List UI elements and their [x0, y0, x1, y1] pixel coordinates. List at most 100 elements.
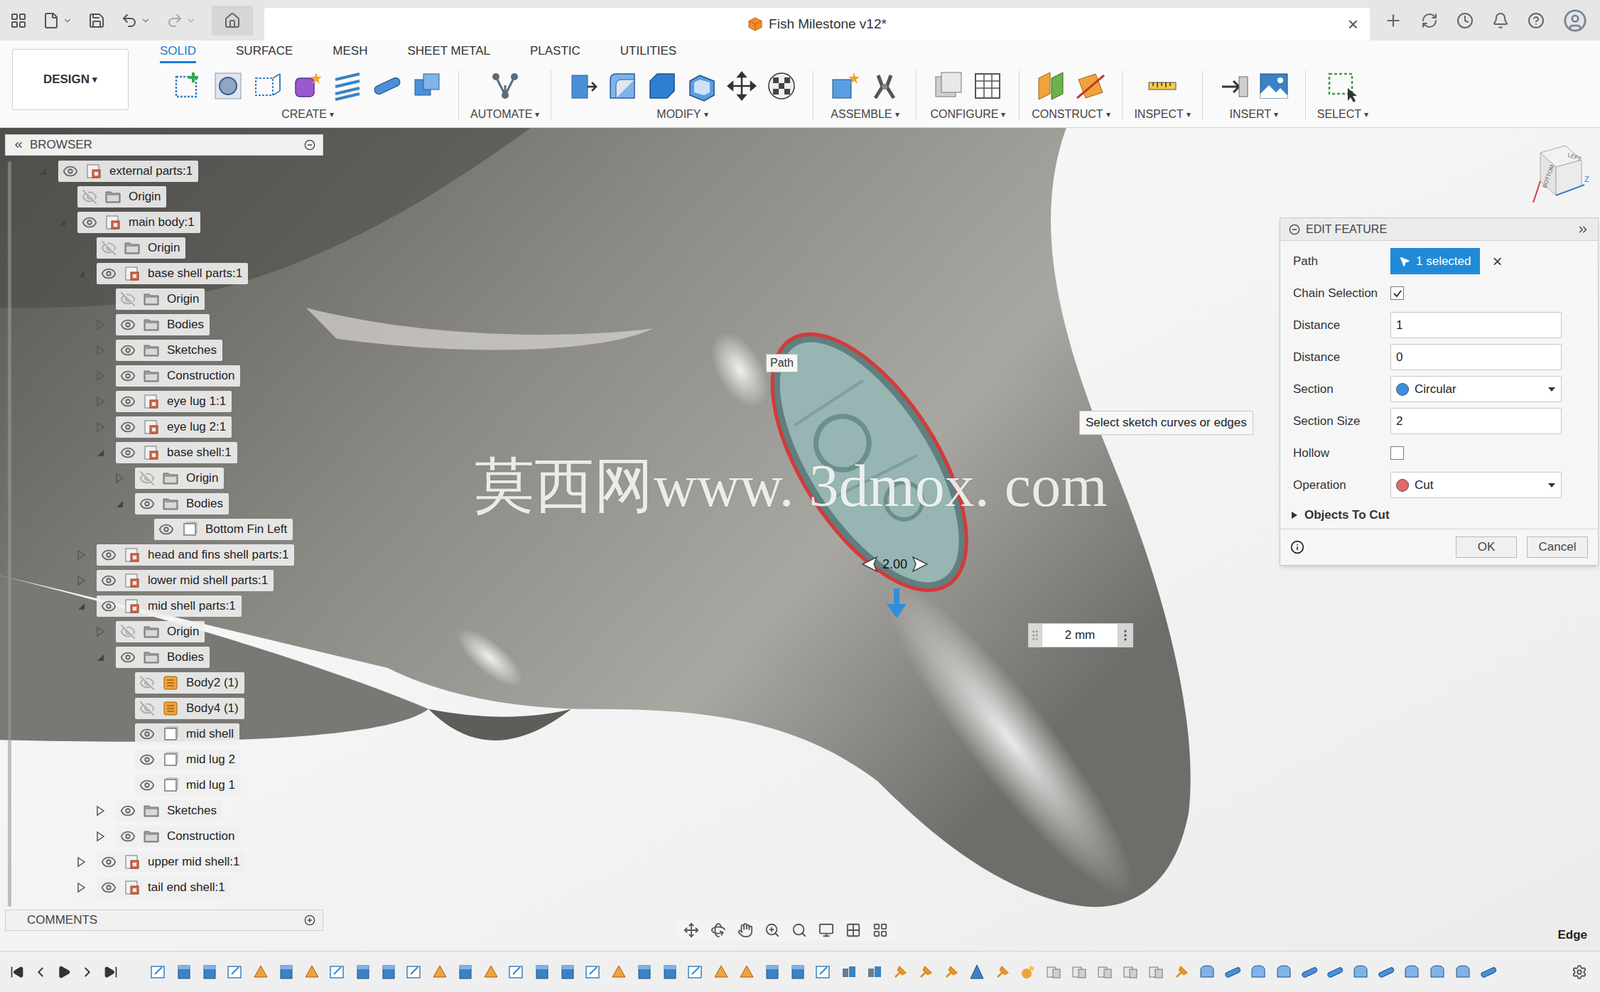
tool-button[interactable]	[485, 67, 526, 105]
viewports-icon[interactable]	[872, 922, 889, 938]
number-input[interactable]: 0	[1390, 343, 1562, 371]
ribbon-tab[interactable]: PLASTIC	[530, 41, 581, 64]
collapse-browser-icon[interactable]	[12, 139, 25, 151]
hidden-eye-icon[interactable]	[81, 188, 98, 205]
visibility-eye-icon[interactable]	[139, 495, 155, 512]
browser-item[interactable]: eye lug 2:1	[4, 414, 324, 440]
browser-item[interactable]: lower mid shell parts:1	[4, 567, 324, 594]
visibility-eye-icon[interactable]	[120, 316, 136, 333]
browser-item[interactable]: mid lug 1	[4, 772, 324, 798]
undo-icon[interactable]	[120, 12, 138, 30]
hidden-eye-icon[interactable]	[120, 623, 136, 640]
collapsed-arrow-icon[interactable]	[73, 573, 89, 588]
visibility-eye-icon[interactable]	[158, 521, 175, 538]
right-arrow-icon[interactable]	[908, 554, 929, 575]
number-input[interactable]: 2	[1390, 407, 1562, 435]
dropdown[interactable]: Cut	[1390, 471, 1562, 499]
tube-icon[interactable]	[1479, 962, 1498, 982]
browser-item[interactable]: tail end shell:1	[4, 874, 324, 901]
shell-icon[interactable]	[1402, 962, 1421, 982]
save-icon[interactable]	[88, 12, 106, 30]
extrude-icon[interactable]	[558, 962, 577, 982]
browser-item[interactable]: Construction	[4, 823, 324, 850]
tool-button[interactable]	[1322, 67, 1363, 105]
redo-icon[interactable]	[166, 12, 184, 30]
redo-menu-arrow-icon[interactable]	[186, 15, 197, 26]
extrude-icon[interactable]	[635, 962, 654, 982]
browser-item[interactable]: Origin	[4, 184, 324, 210]
hidden-eye-icon[interactable]	[139, 700, 155, 717]
joint-icon[interactable]	[839, 962, 859, 982]
visibility-eye-icon[interactable]	[120, 419, 136, 435]
hidden-eye-icon[interactable]	[120, 291, 136, 307]
browser-scrollbar[interactable]	[7, 161, 12, 907]
tool-button[interactable]	[287, 67, 328, 105]
orbit-icon[interactable]	[683, 922, 700, 938]
collapsed-arrow-icon[interactable]	[73, 854, 89, 869]
tool-button[interactable]	[761, 67, 802, 105]
ribbon-tab[interactable]: SOLID	[159, 41, 197, 64]
browser-item[interactable]: eye lug 1:1	[4, 388, 324, 415]
clear-selection-button[interactable]: ×	[1492, 252, 1503, 270]
extrude-icon[interactable]	[660, 962, 680, 982]
sketch-icon[interactable]	[686, 962, 705, 982]
tool-group-menu[interactable]: ASSEMBLE▾	[830, 105, 899, 123]
shell-icon[interactable]	[1249, 962, 1268, 982]
play-icon[interactable]	[56, 964, 72, 980]
collapsed-arrow-icon[interactable]	[73, 880, 89, 895]
tool-group-menu[interactable]: AUTOMATE▾	[470, 105, 540, 123]
collapsed-arrow-icon[interactable]	[93, 317, 108, 332]
direction-arrow-icon[interactable]	[883, 586, 910, 620]
tool-button[interactable]	[1253, 67, 1294, 105]
body-orange-icon[interactable]	[430, 962, 450, 982]
tool-button[interactable]	[927, 67, 968, 105]
workspace-button[interactable]: DESIGN▾	[12, 49, 129, 111]
selection-button[interactable]: 1 selected	[1390, 247, 1480, 275]
collapsed-arrow-icon[interactable]	[73, 240, 89, 256]
ribbon-tab[interactable]: SURFACE	[235, 41, 293, 64]
shell-icon[interactable]	[1274, 962, 1294, 982]
view-cube[interactable]: LEFTBOTTOMZ	[1526, 134, 1591, 207]
browser-item[interactable]: Origin	[4, 235, 324, 261]
comments-bar[interactable]: COMMENTS	[4, 909, 324, 931]
hidden-eye-icon[interactable]	[139, 674, 155, 691]
sketch-icon[interactable]	[149, 962, 168, 982]
collapsed-arrow-icon[interactable]	[93, 343, 108, 358]
body-orange-icon[interactable]	[737, 962, 756, 982]
tool-button[interactable]	[562, 67, 603, 105]
visibility-eye-icon[interactable]	[100, 572, 117, 589]
undo-menu-arrow-icon[interactable]	[140, 15, 151, 26]
browser-item[interactable]: base shell:1	[4, 439, 324, 466]
left-arrow-icon[interactable]	[861, 554, 881, 575]
number-input[interactable]: 1	[1390, 311, 1562, 339]
collapsed-arrow-icon[interactable]	[93, 419, 108, 435]
extrude-icon[interactable]	[456, 962, 475, 982]
browser-item[interactable]: base shell parts:1	[4, 260, 324, 287]
component-icon[interactable]	[1146, 962, 1166, 982]
minimize-browser-icon[interactable]	[304, 139, 316, 151]
panel-header[interactable]: EDIT FEATURE	[1280, 218, 1598, 241]
tool-button[interactable]	[1142, 67, 1183, 105]
browser-item[interactable]: Body2 (1)	[4, 669, 324, 696]
hidden-eye-icon[interactable]	[139, 470, 155, 486]
tool-group-menu[interactable]: SELECT▾	[1317, 105, 1369, 123]
dialog-button[interactable]: Cancel	[1526, 536, 1588, 558]
close-tab-button[interactable]: ×	[1347, 14, 1359, 34]
browser-item[interactable]: Sketches	[4, 797, 324, 824]
pin-icon[interactable]	[993, 962, 1012, 982]
tool-button[interactable]	[721, 67, 762, 105]
sketch-icon[interactable]	[584, 962, 603, 982]
joint-icon[interactable]	[865, 962, 884, 982]
collapse-panel-icon[interactable]	[1288, 223, 1301, 236]
dimension-manipulator[interactable]: 2.00	[861, 554, 929, 575]
tool-button[interactable]	[1030, 67, 1071, 105]
browser-header[interactable]: BROWSER	[4, 134, 324, 156]
fit-icon[interactable]	[791, 922, 808, 938]
pin-icon[interactable]	[890, 962, 910, 982]
tool-button[interactable]	[367, 67, 408, 105]
expanded-arrow-icon[interactable]	[73, 598, 89, 614]
visibility-eye-icon[interactable]	[139, 751, 155, 768]
sketch-icon[interactable]	[814, 962, 833, 982]
collapsed-arrow-icon[interactable]	[73, 547, 89, 562]
distance-input-overlay[interactable]: 2 mm	[1028, 623, 1134, 648]
